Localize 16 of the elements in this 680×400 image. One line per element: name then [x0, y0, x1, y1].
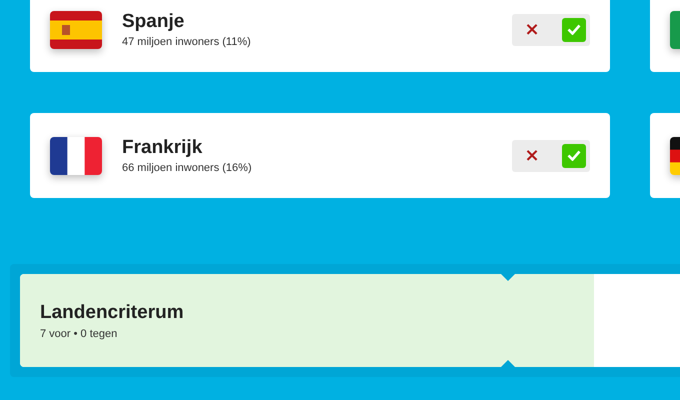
threshold-marker-icon: [501, 360, 516, 367]
population-text: 47 miljoen inwoners (11%): [122, 36, 252, 48]
flag-icon: [50, 10, 102, 48]
check-icon: [567, 150, 581, 161]
flag-icon: [50, 136, 102, 174]
population-text: 66 miljoen inwoners (16%): [122, 162, 253, 174]
country-name: Frankrijk: [122, 137, 204, 159]
criterion-title: Landencriterum: [40, 302, 185, 324]
reject-button[interactable]: ×: [520, 144, 544, 168]
threshold-marker-icon: [501, 274, 516, 281]
check-icon: [567, 24, 581, 35]
country-name: Spanje: [122, 11, 186, 33]
reject-button[interactable]: ×: [520, 18, 544, 42]
vote-summary: 7 voor • 0 tegen: [40, 328, 118, 340]
accept-button[interactable]: [562, 144, 586, 168]
accept-button[interactable]: [562, 18, 586, 42]
